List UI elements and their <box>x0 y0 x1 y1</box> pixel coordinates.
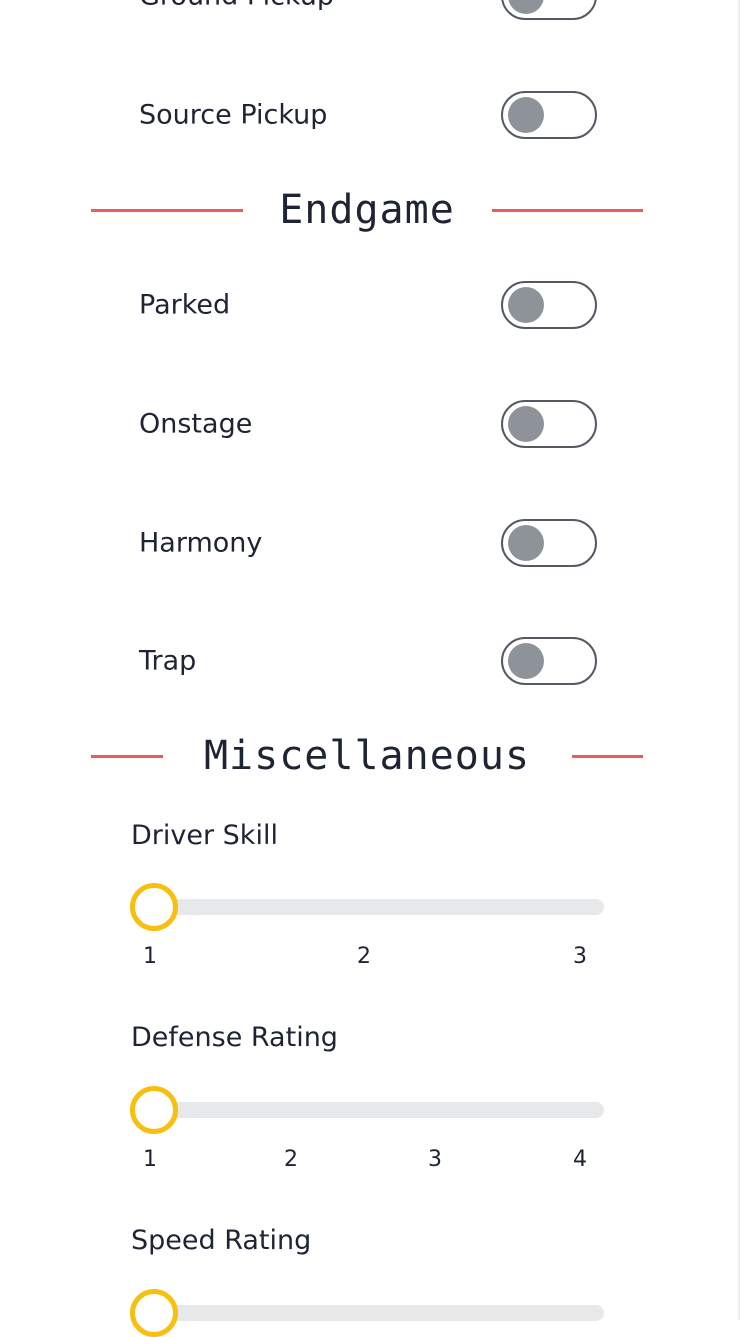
toggle-label: Source Pickup <box>139 99 328 131</box>
toggle-row-parked: Parked <box>139 281 597 329</box>
toggle-knob <box>508 97 544 133</box>
toggle-row-ground-pickup: Ground Pickup <box>139 0 597 20</box>
toggle-knob <box>508 0 544 14</box>
endgame-section-header: Endgame <box>91 180 643 240</box>
toggle-row-source-pickup: Source Pickup <box>139 91 597 139</box>
toggle-knob <box>508 287 544 323</box>
misc-section-header: Miscellaneous <box>91 726 643 786</box>
toggle-label: Harmony <box>139 527 263 559</box>
header-divider-right <box>492 209 643 212</box>
header-divider-right <box>572 755 643 758</box>
toggle-label: Trap <box>139 645 197 677</box>
slider-tick: 3 <box>573 944 587 969</box>
toggle-row-trap: Trap <box>139 637 597 685</box>
toggle-row-onstage: Onstage <box>139 400 597 448</box>
toggle-label: Parked <box>139 289 231 321</box>
defense-rating-label: Defense Rating <box>131 1022 338 1053</box>
slider-tick: 4 <box>573 1147 587 1172</box>
speed-rating-label: Speed Rating <box>131 1225 312 1256</box>
harmony-toggle[interactable] <box>501 519 597 567</box>
toggle-row-harmony: Harmony <box>139 519 597 567</box>
toggle-knob <box>508 525 544 561</box>
slider-tick: 2 <box>284 1147 298 1172</box>
parked-toggle[interactable] <box>501 281 597 329</box>
defense-rating-slider-thumb[interactable] <box>130 1086 178 1134</box>
trap-toggle[interactable] <box>501 637 597 685</box>
driver-skill-slider-thumb[interactable] <box>130 883 178 931</box>
speed-rating-slider[interactable] <box>131 1305 604 1321</box>
slider-tick: 2 <box>357 944 371 969</box>
driver-skill-label: Driver Skill <box>131 820 278 851</box>
slider-tick: 3 <box>428 1147 442 1172</box>
driver-skill-slider[interactable] <box>131 899 604 915</box>
ground-pickup-toggle[interactable] <box>501 0 597 20</box>
slider-tick: 1 <box>143 1147 157 1172</box>
toggle-label: Onstage <box>139 408 253 440</box>
onstage-toggle[interactable] <box>501 400 597 448</box>
source-pickup-toggle[interactable] <box>501 91 597 139</box>
misc-title: Miscellaneous <box>203 733 531 779</box>
speed-rating-slider-thumb[interactable] <box>130 1289 178 1337</box>
slider-tick: 1 <box>143 944 157 969</box>
toggle-label: Ground Pickup <box>139 0 334 12</box>
toggle-knob <box>508 643 544 679</box>
toggle-knob <box>508 406 544 442</box>
defense-rating-slider[interactable] <box>131 1102 604 1118</box>
